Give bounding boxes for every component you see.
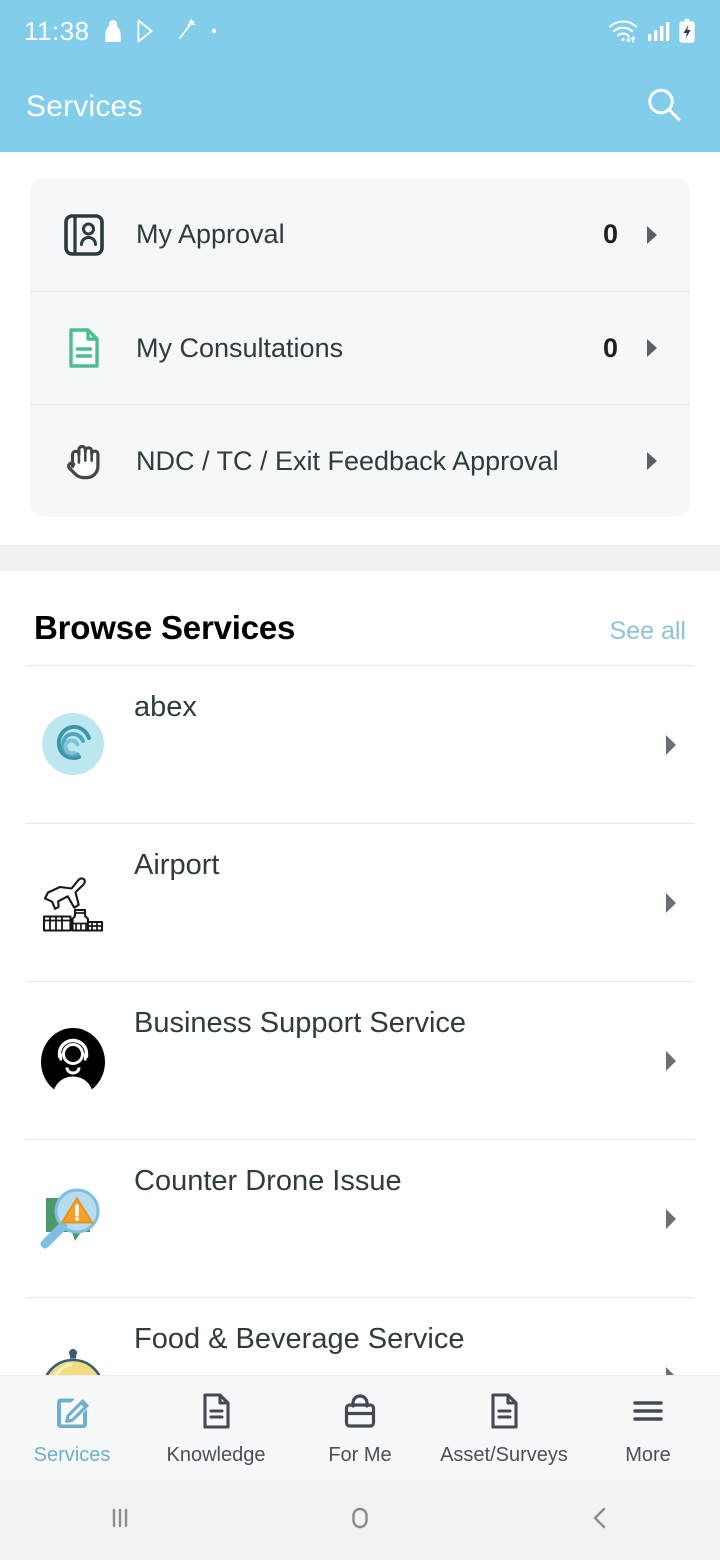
nav-label: More [625,1443,671,1466]
chevron-right-icon [662,733,680,757]
hand-icon [56,433,112,489]
chevron-right-icon [644,224,660,246]
nav-label: Asset/Surveys [440,1443,568,1466]
support-agent-icon [34,1026,112,1098]
card-row-ndc-tc-exit-feedback[interactable]: NDC / TC / Exit Feedback Approval [30,404,690,517]
service-row-airport[interactable]: Airport [26,823,694,981]
browse-services-header: Browse Services See all [26,571,694,665]
drone-warning-icon [34,1184,112,1256]
nav-label: For Me [328,1443,392,1466]
card-count-badge: 0 [602,332,618,363]
app-bar: Services [0,62,720,152]
service-label: Counter Drone Issue [134,1165,402,1197]
id-badge-icon [56,207,112,263]
browse-services-section: Browse Services See all abex Airport Bus… [0,571,720,1455]
chevron-right-icon [644,337,660,359]
dot-icon [210,27,218,35]
nav-item-services[interactable]: Services [0,1390,144,1467]
status-bar: 11:38 [0,0,720,62]
search-icon [643,84,685,131]
chevron-right-icon [662,1049,680,1073]
service-label: Airport [134,849,220,881]
google-play-icon [136,19,158,43]
hamburger-menu-icon [627,1390,669,1437]
browse-services-title: Browse Services [34,609,296,646]
back-button[interactable] [480,1501,720,1540]
service-label: Business Support Service [134,1007,467,1039]
card-label: NDC / TC / Exit Feedback Approval [136,445,559,476]
see-all-link[interactable]: See all [610,617,686,646]
edit-note-icon [51,1390,93,1437]
nav-label: Services [33,1443,111,1466]
service-row-abex[interactable]: abex [26,665,694,823]
service-row-business-support-service[interactable]: Business Support Service [26,981,694,1139]
recents-icon [103,1501,137,1540]
system-navigation-bar [0,1480,720,1560]
battery-charging-icon [678,18,696,44]
cellular-signal-icon [646,19,670,43]
card-row-my-consultations[interactable]: My Consultations 0 [30,291,690,404]
magic-wand-icon [172,19,196,43]
chevron-right-icon [662,891,680,915]
service-label: abex [134,691,197,723]
back-icon [583,1501,617,1540]
section-divider-band [0,545,720,571]
survey-document-icon [483,1390,525,1437]
search-button[interactable] [636,79,692,135]
status-bar-right [608,18,696,44]
page-title: Services [26,90,143,123]
approval-card-section: My Approval 0 My Consultations 0 NDC / T… [0,152,720,545]
chevron-right-icon [662,1207,680,1231]
document-green-icon [56,320,112,376]
person-lock-icon [104,19,122,43]
service-row-counter-drone-issue[interactable]: Counter Drone Issue [26,1139,694,1297]
abex-swirl-icon [34,710,112,778]
recents-button[interactable] [0,1501,240,1540]
document-icon [195,1390,237,1437]
chevron-right-icon [644,450,660,472]
service-label: Food & Beverage Service [134,1323,465,1355]
briefcase-icon [339,1390,381,1437]
nav-item-more[interactable]: More [576,1390,720,1467]
card-count-badge: 0 [602,219,618,249]
nav-label: Knowledge [166,1443,266,1466]
card-label: My Approval [136,219,285,249]
bottom-navigation-bar: Services Knowledge For Me Asset/Surveys … [0,1375,720,1480]
airport-plane-icon [34,868,112,942]
approval-card: My Approval 0 My Consultations 0 NDC / T… [30,178,690,517]
nav-item-knowledge[interactable]: Knowledge [144,1390,288,1467]
nav-item-asset-surveys[interactable]: Asset/Surveys [432,1390,576,1467]
status-bar-left: 11:38 [24,16,608,47]
home-icon [343,1501,377,1540]
nav-item-for-me[interactable]: For Me [288,1390,432,1467]
wifi-icon [608,18,638,44]
card-row-my-approval[interactable]: My Approval 0 [30,178,690,291]
card-label: My Consultations [136,332,344,363]
home-button[interactable] [240,1501,480,1540]
status-bar-clock: 11:38 [24,15,90,46]
